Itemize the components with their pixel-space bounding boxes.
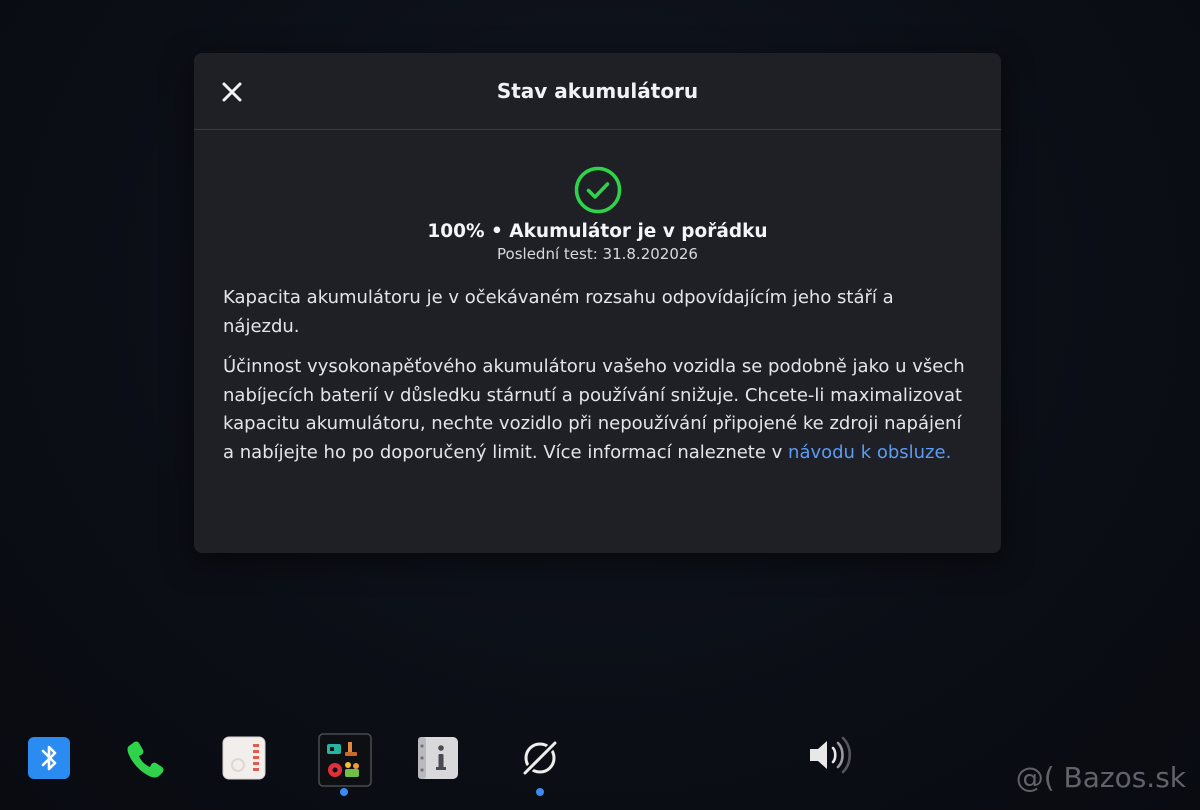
active-indicator: [340, 788, 348, 796]
phone-button[interactable]: [124, 736, 168, 780]
check-circle-icon: [573, 165, 623, 215]
status-block: 100% • Akumulátor je v pořádku Poslední …: [194, 165, 1001, 263]
watermark: @( Bazos.sk: [1015, 761, 1186, 794]
bluetooth-icon: [28, 737, 70, 779]
disconnected-icon: [520, 738, 560, 778]
bluetooth-button[interactable]: [27, 736, 71, 780]
battery-status-dialog: Stav akumulátoru 100% • Akumulátor je v …: [194, 53, 1001, 553]
capacity-paragraph: Kapacita akumulátoru je v očekávaném roz…: [223, 287, 894, 337]
owners-manual-button[interactable]: [415, 736, 459, 780]
dialog-title: Stav akumulátoru: [496, 79, 699, 103]
volume-icon: [810, 736, 852, 774]
dialog-header: Stav akumulátoru: [194, 53, 1001, 130]
calendar-app-icon: [222, 736, 266, 780]
dialog-body: Kapacita akumulátoru je v očekávaném roz…: [223, 284, 971, 467]
last-test-date: Poslední test: 31.8.202026: [497, 245, 698, 263]
manual-info-icon: [418, 737, 458, 779]
volume-button[interactable]: [806, 731, 854, 779]
app-launcher-icon: [318, 733, 372, 787]
phone-icon: [127, 741, 164, 778]
app-launcher-button[interactable]: [318, 733, 372, 787]
owners-manual-link[interactable]: návodu k obsluze.: [788, 442, 951, 463]
screen: Stav akumulátoru 100% • Akumulátor je v …: [0, 0, 1200, 810]
battery-status: 100% • Akumulátor je v pořádku: [427, 221, 768, 242]
connectivity-button[interactable]: [518, 736, 562, 780]
active-indicator: [536, 788, 544, 796]
calendar-app-button[interactable]: [222, 736, 266, 780]
efficiency-paragraph: Účinnost vysokonapěťového akumulátoru va…: [223, 353, 971, 467]
